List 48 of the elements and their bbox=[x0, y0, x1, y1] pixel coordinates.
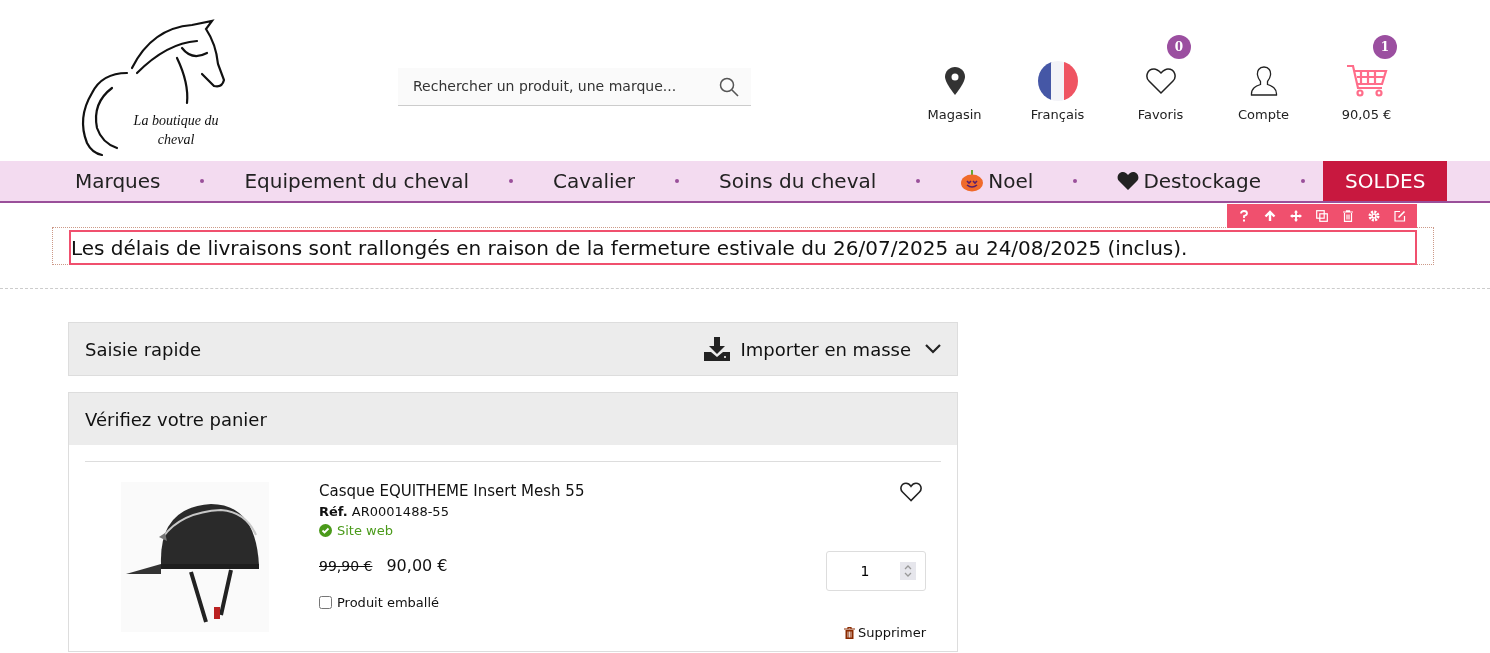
count-badge: 1 bbox=[1373, 35, 1397, 59]
copy-icon bbox=[1316, 210, 1328, 222]
download-icon bbox=[704, 337, 731, 361]
old-price: 99,90 € bbox=[319, 557, 373, 574]
availability: Site web bbox=[319, 523, 816, 538]
product-name[interactable]: Casque EQUITHEME Insert Mesh 55 bbox=[319, 482, 816, 500]
heart-icon bbox=[1145, 67, 1176, 95]
nav-link[interactable]: Noel bbox=[960, 161, 1034, 201]
product-reference: Réf. AR0001488-55 bbox=[319, 504, 450, 519]
chevron-icon bbox=[925, 344, 941, 354]
checkbox-label: Produit emballé bbox=[337, 595, 440, 610]
search-field[interactable]: Rechercher un produit, une marque... bbox=[398, 67, 751, 106]
check-circle-icon bbox=[319, 524, 332, 537]
stepper-icon[interactable] bbox=[900, 562, 916, 580]
trash-icon bbox=[1343, 210, 1353, 222]
arrow-up-icon bbox=[1264, 210, 1276, 222]
edit-icon bbox=[1394, 210, 1406, 222]
panel-title: Saisie rapide bbox=[85, 338, 201, 360]
heart-icon bbox=[1117, 171, 1140, 191]
import-button[interactable]: Importer en masse bbox=[704, 337, 941, 361]
nav-link[interactable]: Cavalier bbox=[553, 161, 636, 201]
nav-link[interactable]: Marques bbox=[75, 161, 161, 201]
map-pin-icon bbox=[944, 67, 965, 95]
nav-link[interactable]: Destockage bbox=[1117, 161, 1262, 201]
panel-title: Vérifiez votre panier bbox=[85, 408, 267, 430]
flag-icon bbox=[1037, 61, 1078, 101]
question-icon bbox=[1239, 210, 1249, 222]
delivery-notice: Les délais de livraisons sont rallongés en raison de la fermeture estivale du 26/07/2025 au 24/08/2025 (inclus). bbox=[69, 230, 1417, 265]
remove-link[interactable]: Supprimer bbox=[844, 625, 926, 640]
cart-icon bbox=[1345, 64, 1388, 98]
price: 90,00 € bbox=[386, 556, 448, 575]
trash-icon bbox=[844, 626, 856, 639]
header-link[interactable]: Magasin bbox=[903, 39, 1006, 122]
nav-link[interactable]: Soins du cheval bbox=[719, 161, 877, 201]
move-icon bbox=[1290, 210, 1302, 222]
user-icon bbox=[1249, 65, 1278, 97]
count-badge: 0 bbox=[1167, 35, 1191, 59]
wrapped-checkbox[interactable] bbox=[319, 596, 332, 609]
gear-icon bbox=[1368, 210, 1380, 222]
quantity-field[interactable]: 1 bbox=[826, 551, 926, 591]
logo-text: La boutique du cheval bbox=[132, 111, 220, 149]
pumpkin-icon bbox=[960, 170, 985, 192]
nav-link[interactable]: SOLDES bbox=[1323, 161, 1448, 201]
nav-link[interactable]: Equipement du cheval bbox=[244, 161, 470, 201]
search-icon bbox=[719, 76, 739, 97]
header-link[interactable]: Français bbox=[1006, 39, 1109, 122]
header-link[interactable]: Compte bbox=[1212, 39, 1315, 122]
logo[interactable]: La boutique du cheval bbox=[72, 0, 238, 161]
